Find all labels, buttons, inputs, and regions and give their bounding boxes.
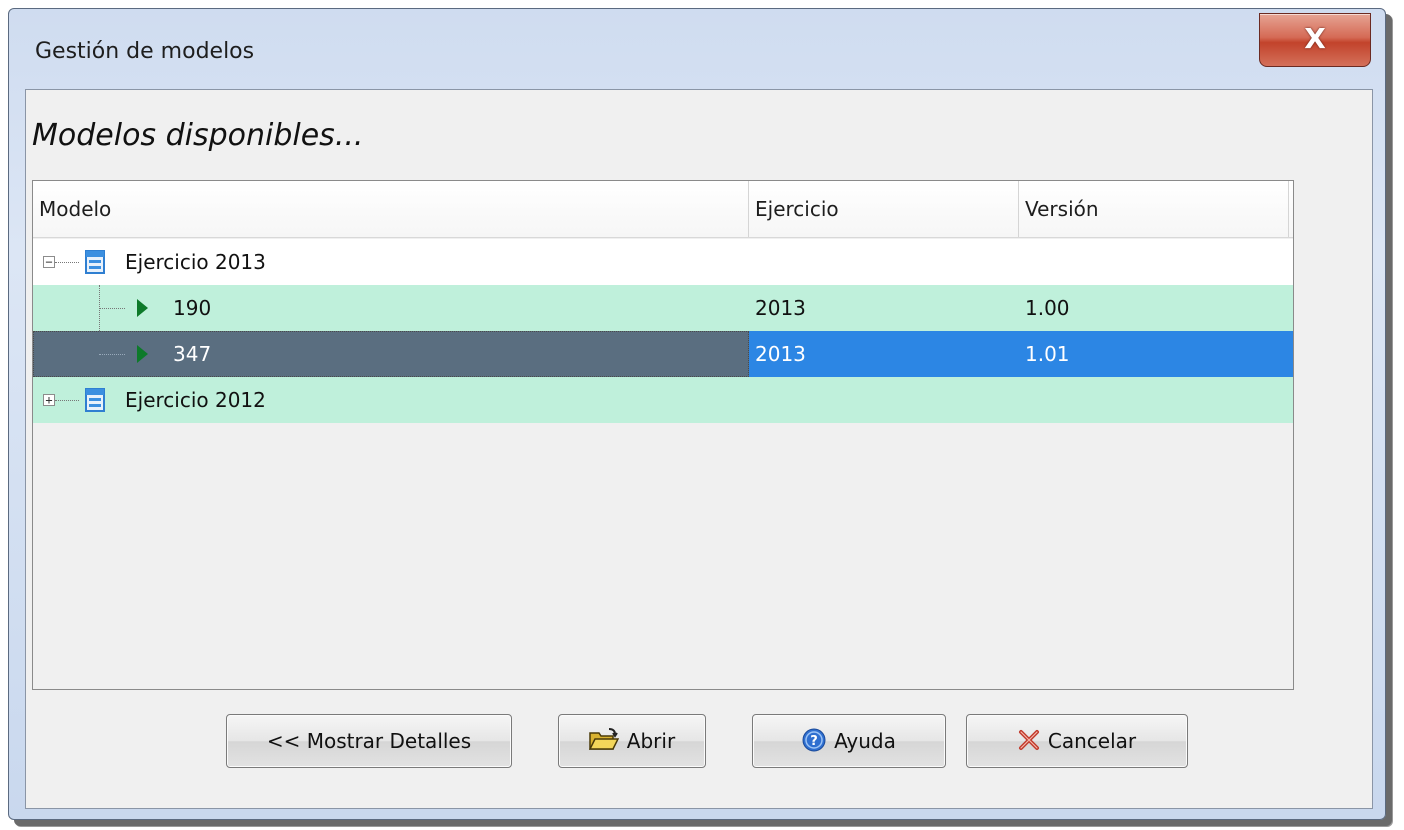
cell-ejercicio: 2013 — [755, 342, 806, 366]
tree-group-label: Ejercicio 2013 — [125, 250, 266, 274]
tree-group-row-2013[interactable]: − Ejercicio 2013 — [33, 239, 1293, 285]
column-header-row: Modelo Ejercicio Versión — [33, 181, 1293, 238]
help-label: Ayuda — [834, 729, 896, 753]
form-document-icon — [85, 388, 105, 412]
dialog-client-area: Modelos disponibles... Modelo Ejercicio … — [25, 89, 1373, 809]
tree-connector-line — [55, 400, 79, 401]
title-bar[interactable]: Gestión de modelos X — [9, 9, 1385, 89]
tree-connector-line — [99, 354, 125, 355]
cancel-x-icon — [1018, 729, 1039, 750]
column-header-ejercicio[interactable]: Ejercicio — [749, 181, 1019, 237]
table-row[interactable]: 190 2013 1.00 — [33, 285, 1293, 331]
help-icon: ? — [802, 728, 826, 751]
model-manager-dialog: Gestión de modelos X Modelos disponibles… — [8, 8, 1386, 820]
play-arrow-icon — [137, 299, 148, 317]
close-button[interactable]: X — [1259, 13, 1371, 67]
column-header-modelo[interactable]: Modelo — [33, 181, 749, 237]
window-title: Gestión de modelos — [35, 39, 255, 64]
collapse-icon[interactable]: − — [43, 256, 55, 268]
show-details-label: << Mostrar Detalles — [266, 729, 472, 753]
column-header-version[interactable]: Versión — [1019, 181, 1289, 237]
tree-connector-line — [55, 262, 79, 263]
cell-version: 1.01 — [1025, 342, 1070, 366]
svg-text:?: ? — [810, 734, 818, 749]
help-button[interactable]: ? Ayuda — [752, 714, 946, 768]
table-row-selected[interactable]: 347 2013 1.01 — [33, 331, 1293, 377]
expand-icon[interactable]: + — [43, 394, 55, 406]
page-title: Modelos disponibles... — [32, 118, 364, 153]
close-icon: X — [1304, 22, 1326, 55]
play-arrow-icon — [137, 345, 148, 363]
tree-group-label: Ejercicio 2012 — [125, 388, 266, 412]
tree-connector-line — [99, 308, 125, 309]
cell-modelo: 347 — [173, 342, 212, 366]
cell-ejercicio: 2013 — [755, 296, 806, 320]
cell-modelo: 190 — [173, 296, 212, 320]
cell-version: 1.00 — [1025, 296, 1070, 320]
form-document-icon — [85, 250, 105, 274]
cancel-button[interactable]: Cancelar — [966, 714, 1188, 768]
open-button[interactable]: Abrir — [558, 714, 706, 768]
tree-group-row-2012[interactable]: + Ejercicio 2012 — [33, 377, 1293, 423]
open-folder-icon — [588, 727, 619, 750]
models-tree-view[interactable]: Modelo Ejercicio Versión − Ejercicio 201… — [32, 180, 1294, 690]
cancel-label: Cancelar — [1047, 729, 1137, 753]
open-label: Abrir — [626, 729, 676, 753]
show-details-button[interactable]: << Mostrar Detalles — [226, 714, 512, 768]
